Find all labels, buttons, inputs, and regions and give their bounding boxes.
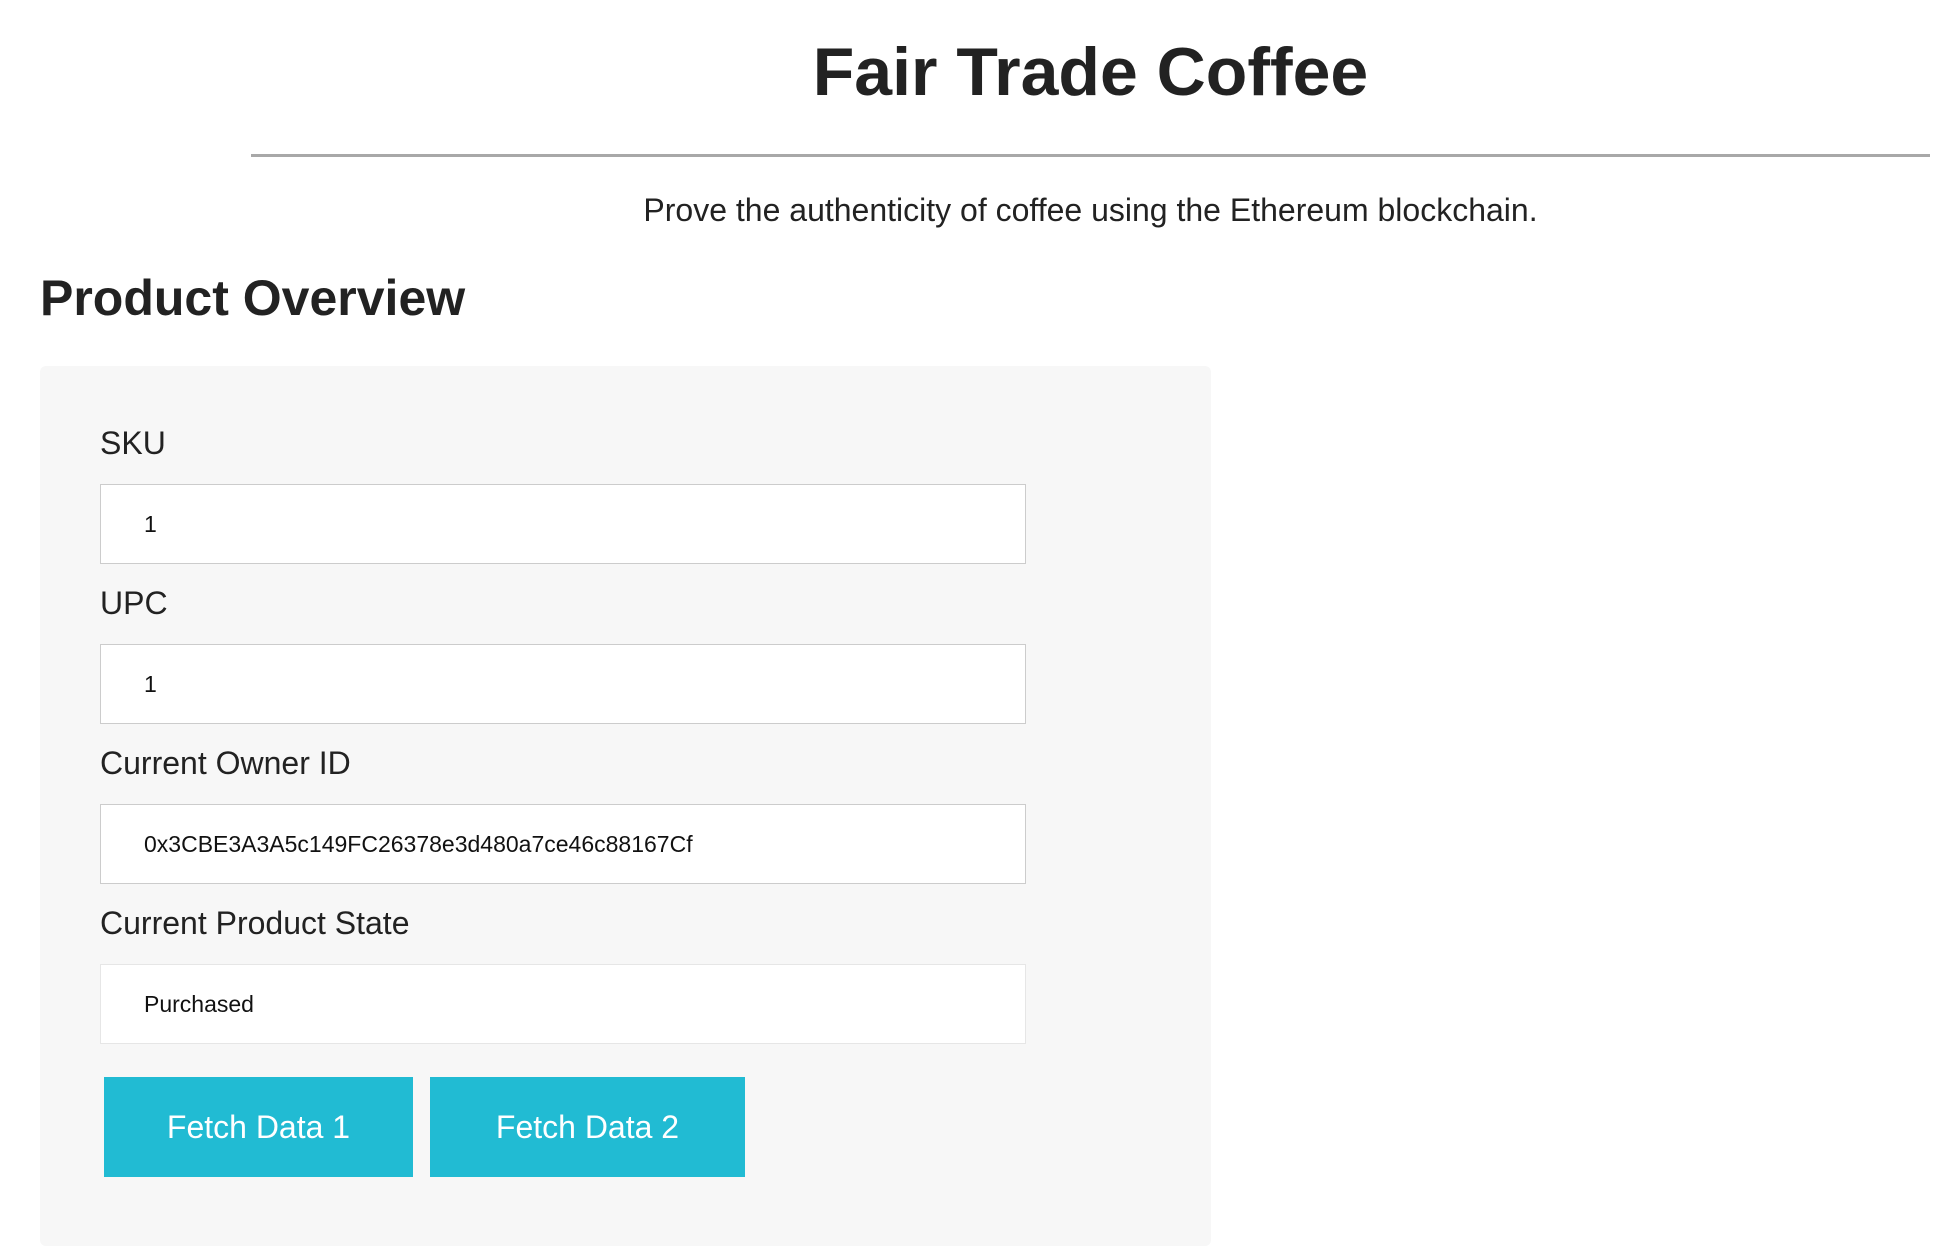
sku-label: SKU — [100, 425, 166, 461]
tagline: Prove the authenticity of coffee using t… — [643, 192, 1538, 228]
section-title-product-overview: Product Overview — [40, 270, 466, 326]
product-state-label: Current Product State — [100, 905, 410, 941]
fetch-data-2-button[interactable]: Fetch Data 2 — [430, 1077, 745, 1177]
fetch-data-1-button[interactable]: Fetch Data 1 — [104, 1077, 413, 1177]
page: Fair Trade Coffee Prove the authenticity… — [0, 0, 1942, 1246]
owner-id-input[interactable] — [100, 804, 1026, 884]
sku-input[interactable] — [100, 484, 1026, 564]
upc-label: UPC — [100, 585, 168, 621]
app-title: Fair Trade Coffee — [812, 34, 1369, 110]
product-state-field[interactable] — [100, 964, 1026, 1044]
upc-input[interactable] — [100, 644, 1026, 724]
owner-id-label: Current Owner ID — [100, 745, 351, 781]
header-divider — [251, 154, 1930, 157]
